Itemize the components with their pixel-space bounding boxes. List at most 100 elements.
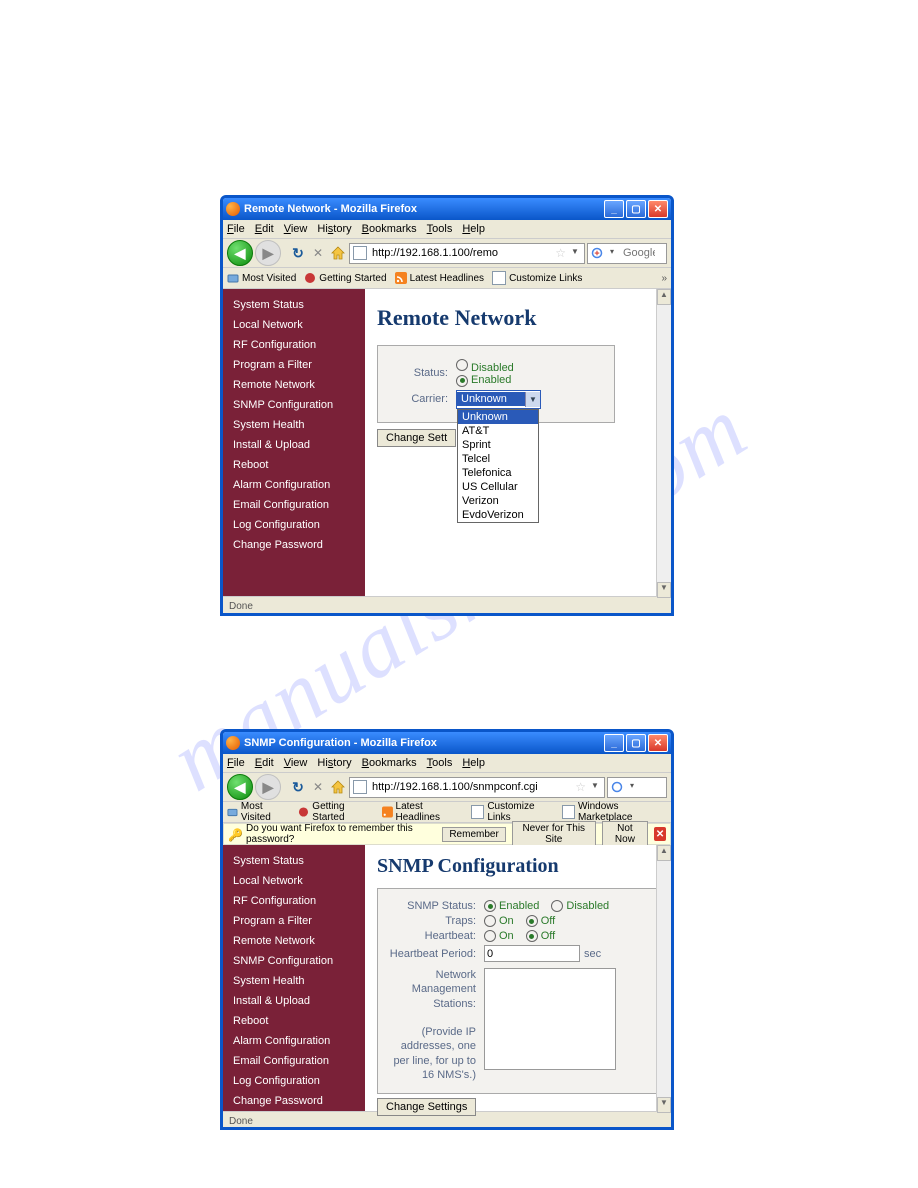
sidebar-item-log-configuration[interactable]: Log Configuration <box>223 1071 365 1091</box>
menu-history[interactable]: History <box>317 223 351 235</box>
stop-button[interactable]: ✕ <box>309 780 327 794</box>
radio-heartbeat-off[interactable] <box>526 930 538 942</box>
sidebar-item-change-password[interactable]: Change Password <box>223 535 365 555</box>
bookmark-star-icon[interactable]: ☆ <box>575 780 586 794</box>
bookmark-customize-links[interactable]: Customize Links <box>471 801 554 823</box>
sidebar-item-reboot[interactable]: Reboot <box>223 455 365 475</box>
menu-file[interactable]: File <box>227 223 245 235</box>
radio-snmp-disabled[interactable] <box>551 900 563 912</box>
scroll-down-icon[interactable]: ▼ <box>657 582 671 598</box>
change-settings-button[interactable]: Change Settings <box>377 1098 476 1116</box>
scroll-up-icon[interactable]: ▲ <box>657 289 671 305</box>
sidebar-item-log-configuration[interactable]: Log Configuration <box>223 515 365 535</box>
bookmark-star-icon[interactable]: ☆ <box>555 246 566 260</box>
radio-enabled[interactable] <box>456 375 468 387</box>
sidebar-item-program-filter[interactable]: Program a Filter <box>223 355 365 375</box>
menu-tools[interactable]: Tools <box>427 757 453 769</box>
scroll-down-icon[interactable]: ▼ <box>657 1097 671 1113</box>
menu-help[interactable]: Help <box>462 223 485 235</box>
minimize-button[interactable]: _ <box>604 734 624 752</box>
sidebar-item-install-upload[interactable]: Install & Upload <box>223 991 365 1011</box>
radio-snmp-enabled[interactable] <box>484 900 496 912</box>
sidebar-item-install-upload[interactable]: Install & Upload <box>223 435 365 455</box>
stop-button[interactable]: ✕ <box>309 246 327 260</box>
menu-history[interactable]: History <box>317 757 351 769</box>
minimize-button[interactable]: _ <box>604 200 624 218</box>
url-dropdown-icon[interactable]: ▼ <box>569 247 581 259</box>
sidebar-item-system-status[interactable]: System Status <box>223 295 365 315</box>
carrier-option-telcel[interactable]: Telcel <box>458 452 538 466</box>
sidebar-item-local-network[interactable]: Local Network <box>223 871 365 891</box>
menu-edit[interactable]: Edit <box>255 757 274 769</box>
vertical-scrollbar[interactable]: ▲ ▼ <box>656 845 671 1111</box>
carrier-option-uscellular[interactable]: US Cellular <box>458 480 538 494</box>
close-button[interactable]: ✕ <box>648 734 668 752</box>
sidebar-item-remote-network[interactable]: Remote Network <box>223 931 365 951</box>
carrier-option-evdoverizon[interactable]: EvdoVerizon <box>458 508 538 522</box>
bookmark-getting-started[interactable]: Getting Started <box>304 272 386 284</box>
reload-button[interactable]: ↻ <box>289 245 307 262</box>
sidebar-item-local-network[interactable]: Local Network <box>223 315 365 335</box>
sidebar-item-rf-configuration[interactable]: RF Configuration <box>223 891 365 911</box>
carrier-option-unknown[interactable]: Unknown <box>458 410 538 424</box>
url-dropdown-icon[interactable]: ▼ <box>589 781 601 793</box>
menu-edit[interactable]: Edit <box>255 223 274 235</box>
nms-textarea[interactable] <box>484 968 616 1070</box>
menu-bookmarks[interactable]: Bookmarks <box>362 223 417 235</box>
bookmarks-overflow-icon[interactable]: » <box>661 273 667 284</box>
menu-tools[interactable]: Tools <box>427 223 453 235</box>
url-bar[interactable]: ☆ ▼ <box>349 243 585 264</box>
sidebar-item-rf-configuration[interactable]: RF Configuration <box>223 335 365 355</box>
forward-button[interactable]: ▶ <box>255 774 281 800</box>
carrier-select[interactable]: Unknown ▼ <box>456 390 541 409</box>
bookmark-customize-links[interactable]: Customize Links <box>492 271 582 285</box>
back-button[interactable]: ◀ <box>227 774 253 800</box>
bookmark-latest-headlines[interactable]: Latest Headlines <box>395 272 485 284</box>
bookmark-latest-headlines[interactable]: Latest Headlines <box>382 801 464 823</box>
radio-traps-off[interactable] <box>526 915 538 927</box>
menu-bookmarks[interactable]: Bookmarks <box>362 757 417 769</box>
radio-disabled[interactable] <box>456 359 468 371</box>
menu-file[interactable]: File <box>227 757 245 769</box>
sidebar-item-system-health[interactable]: System Health <box>223 415 365 435</box>
sidebar-item-change-password[interactable]: Change Password <box>223 1091 365 1111</box>
bookmark-most-visited[interactable]: Most Visited <box>227 801 290 823</box>
sidebar-item-system-health[interactable]: System Health <box>223 971 365 991</box>
sidebar-item-email-configuration[interactable]: Email Configuration <box>223 1051 365 1071</box>
change-settings-button[interactable]: Change Sett <box>377 429 456 447</box>
search-engine-dropdown-icon[interactable]: ▾ <box>606 247 618 259</box>
search-box[interactable]: ▾ <box>607 777 667 798</box>
maximize-button[interactable]: ▢ <box>626 734 646 752</box>
never-button[interactable]: Never for This Site <box>512 821 596 847</box>
bookmark-marketplace[interactable]: Windows Marketplace <box>562 801 667 823</box>
maximize-button[interactable]: ▢ <box>626 200 646 218</box>
search-input[interactable] <box>621 245 657 262</box>
titlebar[interactable]: Remote Network - Mozilla Firefox _ ▢ ✕ <box>223 198 671 220</box>
chevron-down-icon[interactable]: ▼ <box>525 392 540 407</box>
carrier-option-att[interactable]: AT&T <box>458 424 538 438</box>
sidebar-item-reboot[interactable]: Reboot <box>223 1011 365 1031</box>
search-engine-dropdown-icon[interactable]: ▾ <box>626 781 638 793</box>
carrier-option-verizon[interactable]: Verizon <box>458 494 538 508</box>
vertical-scrollbar[interactable]: ▲ ▼ <box>656 289 671 596</box>
home-button[interactable] <box>329 778 347 796</box>
radio-traps-on[interactable] <box>484 915 496 927</box>
menu-view[interactable]: View <box>284 757 308 769</box>
sidebar-item-program-filter[interactable]: Program a Filter <box>223 911 365 931</box>
sidebar-item-system-status[interactable]: System Status <box>223 851 365 871</box>
url-input[interactable] <box>370 245 552 262</box>
bookmark-most-visited[interactable]: Most Visited <box>227 272 296 284</box>
sidebar-item-alarm-configuration[interactable]: Alarm Configuration <box>223 1031 365 1051</box>
url-input[interactable] <box>370 779 572 796</box>
not-now-button[interactable]: Not Now <box>602 821 648 847</box>
close-bar-icon[interactable]: ✕ <box>654 827 666 841</box>
menu-help[interactable]: Help <box>462 757 485 769</box>
bookmark-getting-started[interactable]: Getting Started <box>298 801 373 823</box>
sidebar-item-snmp-configuration[interactable]: SNMP Configuration <box>223 951 365 971</box>
sidebar-item-email-configuration[interactable]: Email Configuration <box>223 495 365 515</box>
sidebar-item-alarm-configuration[interactable]: Alarm Configuration <box>223 475 365 495</box>
close-button[interactable]: ✕ <box>648 200 668 218</box>
home-button[interactable] <box>329 244 347 262</box>
sidebar-item-snmp-configuration[interactable]: SNMP Configuration <box>223 395 365 415</box>
forward-button[interactable]: ▶ <box>255 240 281 266</box>
